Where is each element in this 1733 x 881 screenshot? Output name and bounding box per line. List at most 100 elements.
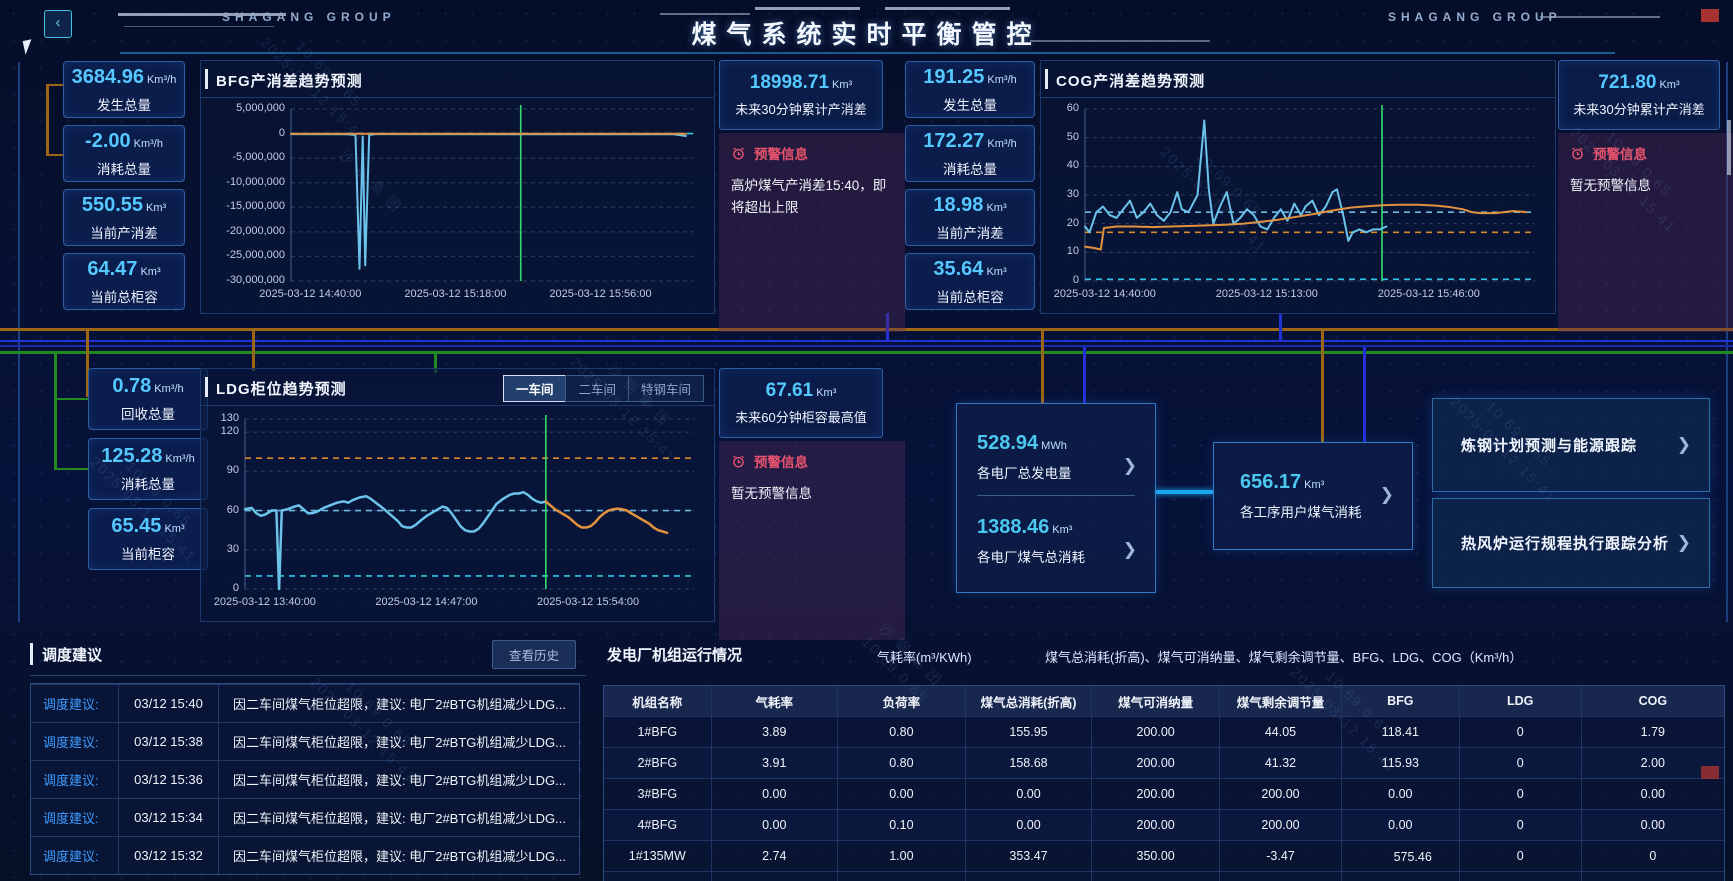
bfg-stat-holder: 64.47Km³ 当前总柜容	[63, 253, 185, 310]
chevron-right-icon[interactable]: ❯	[1123, 540, 1137, 560]
cog-warning-panel: 预警信息 暂无预警信息	[1558, 133, 1733, 332]
connector-blue-horizontal	[0, 345, 1733, 347]
units-table-header: 机组名称 气耗率 负荷率 煤气总消耗(折高) 煤气可消纳量 煤气剩余调节量 BF…	[604, 686, 1724, 716]
cog-stat-consumption: 172.27Km³/h 消耗总量	[905, 125, 1035, 182]
x-axis-tick: 2025-03-12 13:40:00	[214, 596, 316, 608]
stat-label: 当前柜容	[89, 543, 207, 563]
dispatch-time: 03/12 15:36	[119, 761, 219, 798]
dispatch-link[interactable]: 调度建议:	[31, 761, 119, 798]
bfg-stat-consumption: -2.00Km³/h 消耗总量	[63, 125, 185, 182]
connector-orange-vertical	[252, 331, 255, 371]
units-table-row: 1#BFG 3.89 0.80 155.95 200.00 44.05 118.…	[604, 716, 1724, 747]
entry-unit: Km³	[1304, 479, 1324, 491]
col-header: 煤气总消耗(折高)	[966, 686, 1093, 716]
chevron-right-icon[interactable]: ❯	[1123, 456, 1137, 476]
dispatch-link[interactable]: 调度建议:	[31, 685, 119, 722]
title-accent-bar	[30, 643, 33, 665]
entry-label: 各工序用户煤气消耗	[1240, 501, 1362, 521]
col-header: LDG	[1460, 686, 1582, 716]
panel-title: 调度建议	[42, 644, 102, 665]
dispatch-link[interactable]: 调度建议:	[31, 723, 119, 760]
stat-label: 发生总量	[64, 94, 184, 114]
cog-summary-box: 721.80Km³ 未来30分钟累计产消差	[1558, 60, 1720, 130]
cell-bfg: 0.00	[1342, 810, 1460, 840]
cell-absorbable: 200.00	[1092, 779, 1220, 809]
y-axis-tick: 60	[1067, 102, 1079, 114]
entry-number: 528.94	[977, 432, 1038, 454]
stat-value: 65.45Km³	[89, 515, 207, 538]
stat-label: 消耗总量	[64, 158, 184, 178]
stat-unit: Km³	[164, 523, 184, 535]
y-axis-tick: -25,000,000	[226, 249, 285, 261]
warning-title-text: 预警信息	[754, 451, 808, 471]
nav-button-label: 热风炉运行规程执行跟踪分析	[1461, 533, 1669, 554]
view-history-button[interactable]: 查看历史	[492, 640, 576, 669]
dashboard-root: 10.69.0.652025-03-12 15:41 沙 钢 集 团2025-0…	[0, 0, 1733, 881]
panel-title: COG产消差趋势预测	[1056, 70, 1205, 91]
y-axis-tick: 90	[227, 464, 239, 476]
tab-workshop-2[interactable]: 二车间	[565, 375, 629, 402]
stat-number: 172.27	[923, 130, 984, 152]
warning-message: 暂无预警信息	[1570, 175, 1730, 197]
cell-gas-rate: 3.91	[712, 748, 839, 778]
cell-ldg: 0	[1460, 810, 1582, 840]
cell-gas-rate: 0.00	[712, 810, 839, 840]
x-axis-tick: 2025-03-12 15:18:00	[404, 288, 506, 300]
y-axis-tick: 0	[279, 127, 285, 139]
dispatch-link[interactable]: 调度建议:	[31, 799, 119, 836]
x-axis-tick: 2025-03-12 14:40:00	[259, 288, 361, 300]
chevron-right-icon[interactable]: ❯	[1380, 485, 1394, 505]
cell-gas-rate: 0.00	[712, 779, 839, 809]
title-accent-bar	[1045, 69, 1048, 89]
summary-label: 未来30分钟累计产消差	[1559, 99, 1719, 118]
stat-unit: Km³/h	[154, 383, 183, 395]
summary-label: 未来60分钟柜容最高值	[720, 407, 882, 426]
stat-number: 18.98	[933, 194, 983, 216]
cell-ldg: 0	[1460, 841, 1582, 871]
stat-value: 550.55Km³	[64, 194, 184, 217]
cell-cog: 0.00	[1582, 810, 1724, 840]
hot-stove-button[interactable]: 热风炉运行规程执行跟踪分析 ❯	[1432, 498, 1710, 588]
stat-number: 550.55	[82, 194, 143, 216]
x-axis-tick: 2025-03-12 15:46:00	[1378, 288, 1480, 300]
tab-workshop-1[interactable]: 一车间	[503, 375, 567, 402]
header-deco-line	[885, 7, 1010, 10]
ldg-stat-holder: 65.45Km³ 当前柜容	[88, 508, 208, 570]
panel-title-row: COG产消差趋势预测	[1041, 61, 1555, 98]
y-axis-tick: 0	[233, 582, 239, 594]
stat-unit: Km³	[986, 266, 1006, 278]
bfg-chart[interactable]: 5,000,0000-5,000,000-10,000,000-15,000,0…	[205, 99, 706, 307]
dispatch-time: 03/12 15:38	[119, 723, 219, 760]
panel-title-row: 发电厂机组运行情况 气耗率(m³/KWh) 煤气总消耗(折高)、煤气可消纳量、煤…	[595, 635, 1733, 675]
cell-load-rate: 0.80	[838, 748, 966, 778]
dispatch-message: 因二车间煤气柜位超限，建议: 电厂2#BTG机组减少LDG...	[219, 770, 579, 789]
summary-number: 18998.71	[750, 72, 829, 93]
entry-number: 1388.46	[977, 516, 1049, 538]
cell-absorbable: 200.00	[1092, 810, 1220, 840]
cog-stat-generation: 191.25Km³/h 发生总量	[905, 61, 1035, 118]
x-axis-tick: 2025-03-12 15:54:00	[537, 596, 639, 608]
ldg-chart-panel: LDG柜位趋势预测 一车间 二车间 特钢车间 13012090603002025…	[200, 368, 715, 622]
cog-chart[interactable]: 60504030201002025-03-12 14:40:002025-03-…	[1045, 99, 1547, 307]
stat-value: -2.00Km³/h	[64, 130, 184, 153]
cell-absorbable: 350.00	[1092, 841, 1220, 871]
entry-unit: MWh	[1041, 440, 1067, 452]
connector-blue-vertical	[1363, 347, 1366, 442]
y-axis-tick: 30	[1067, 188, 1079, 200]
connector-blue-horizontal	[0, 340, 1733, 342]
cell-total-consumption: 353.47	[966, 841, 1093, 871]
steel-plan-button[interactable]: 炼钢计划预测与能源跟踪 ❯	[1432, 398, 1710, 492]
scrollbar-thumb[interactable]	[1727, 120, 1731, 175]
summary-value: 721.80Km³	[1559, 72, 1719, 94]
ldg-stat-consumption: 125.28Km³/h 消耗总量	[88, 438, 208, 500]
connector-orange-stub	[46, 84, 64, 86]
tab-workshop-special[interactable]: 特钢车间	[628, 375, 704, 402]
y-axis-tick: 10	[1067, 245, 1079, 257]
connector-flow-line	[1154, 490, 1213, 494]
cell-remaining: 41.32	[1220, 748, 1342, 778]
x-axis-tick: 2025-03-12 14:40:00	[1054, 288, 1156, 300]
summary-value: 18998.71Km³	[720, 72, 882, 94]
dispatch-link[interactable]: 调度建议:	[31, 837, 119, 874]
ldg-chart[interactable]: 13012090603002025-03-12 13:40:002025-03-…	[205, 409, 706, 615]
dispatch-message: 因二车间煤气柜位超限，建议: 电厂2#BTG机组减少LDG...	[219, 808, 579, 827]
